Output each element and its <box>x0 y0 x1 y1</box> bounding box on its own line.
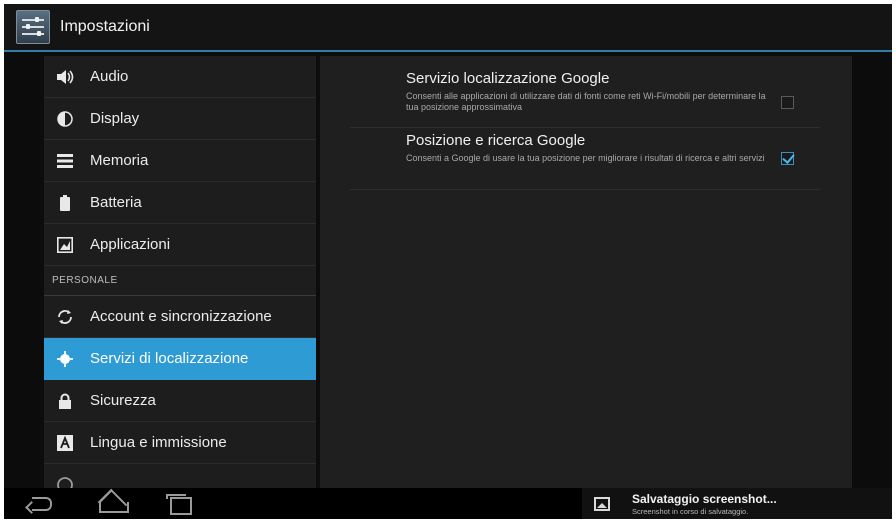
sidebar-item-label: Audio <box>90 68 129 85</box>
pref-summary: Consenti a Google di usare la tua posizi… <box>406 153 765 163</box>
page-title: Impostazioni <box>60 18 150 35</box>
checkbox[interactable] <box>781 96 794 109</box>
home-icon[interactable] <box>96 494 130 514</box>
sidebar-item-label: Batteria <box>90 194 142 211</box>
notification-text: Salvataggio screenshot... Screenshot in … <box>632 492 777 516</box>
sidebar-item-label: Applicazioni <box>90 236 171 253</box>
action-bar: Impostazioni <box>4 4 892 52</box>
pref-google-location-search[interactable]: Posizione e ricerca Google Consenti a Go… <box>350 132 820 190</box>
back-icon[interactable] <box>26 494 56 514</box>
notification-title: Salvataggio screenshot... <box>632 491 777 506</box>
sidebar-item-backup[interactable] <box>44 464 316 488</box>
pref-google-location-service[interactable]: Servizio localizzazione Google Consenti … <box>350 70 820 128</box>
sidebar: Audio Display Memoria Batteria Applicazi… <box>44 56 316 488</box>
pref-title: Servizio localizzazione Google <box>406 70 610 87</box>
checkbox[interactable] <box>781 152 794 165</box>
apps-icon <box>56 236 74 254</box>
settings-app-icon[interactable] <box>16 10 50 44</box>
battery-icon <box>56 194 74 212</box>
screen: Impostazioni Audio Display Memoria Batte… <box>4 4 892 519</box>
sidebar-item-account[interactable]: Account e sincronizzazione <box>44 296 316 338</box>
sidebar-item-lingua[interactable]: Lingua e immissione <box>44 422 316 464</box>
image-icon <box>594 496 610 511</box>
sync-icon <box>56 308 74 326</box>
section-header-personale: PERSONALE <box>44 266 316 296</box>
notification-subtitle: Screenshot in corso di salvataggio. <box>632 506 749 516</box>
sidebar-item-sicurezza[interactable]: Sicurezza <box>44 380 316 422</box>
sidebar-item-label: Display <box>90 110 140 127</box>
sidebar-item-label: Lingua e immissione <box>90 434 227 451</box>
sidebar-item-localizzazione[interactable]: Servizi di localizzazione <box>44 338 316 380</box>
sidebar-item-batteria[interactable]: Batteria <box>44 182 316 224</box>
detail-panel: Servizio localizzazione Google Consenti … <box>320 56 852 488</box>
recent-apps-icon[interactable] <box>164 494 192 515</box>
location-icon <box>56 350 74 368</box>
storage-icon <box>56 152 74 170</box>
speaker-icon <box>56 68 74 86</box>
sidebar-item-applicazioni[interactable]: Applicazioni <box>44 224 316 266</box>
keyboard-icon <box>56 434 74 452</box>
sidebar-item-memoria[interactable]: Memoria <box>44 140 316 182</box>
backup-icon <box>56 476 74 488</box>
sidebar-item-label: Servizi di localizzazione <box>90 350 249 367</box>
sidebar-item-display[interactable]: Display <box>44 98 316 140</box>
sidebar-item-label: Account e sincronizzazione <box>90 308 272 325</box>
brightness-icon <box>56 110 74 128</box>
pref-summary: Consenti alle applicazioni di utilizzare… <box>406 91 766 112</box>
lock-icon <box>56 392 74 410</box>
sidebar-item-label: Sicurezza <box>90 392 156 409</box>
pref-title: Posizione e ricerca Google <box>406 132 586 149</box>
sidebar-item-label: Memoria <box>90 152 149 169</box>
sidebar-item-audio[interactable]: Audio <box>44 56 316 98</box>
screenshot-notification[interactable]: Salvataggio screenshot... Screenshot in … <box>582 488 892 519</box>
